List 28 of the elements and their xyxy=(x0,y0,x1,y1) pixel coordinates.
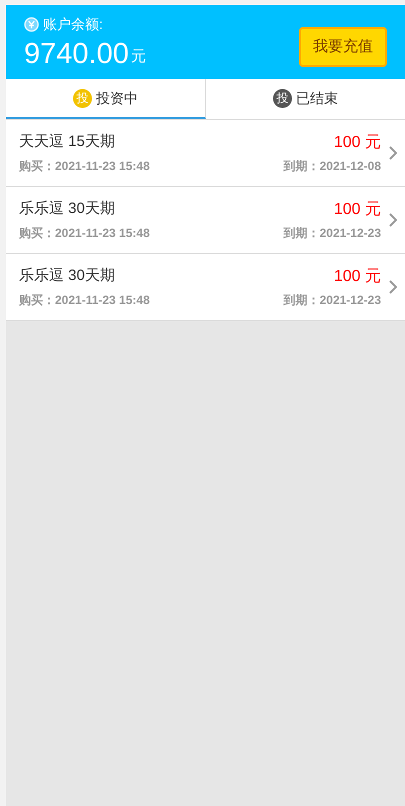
purchase-time: 购买：2021-11-23 15:48 xyxy=(19,292,150,309)
tab-badge: 投 xyxy=(273,88,292,108)
amount: 100 元 xyxy=(334,200,381,220)
tab-label: 投资中 xyxy=(96,88,138,108)
chevron-right-icon xyxy=(389,280,397,294)
investment-row[interactable]: 乐乐逗 30天期 100 元 购买：2021-11-23 15:48 到期：2021-12-23 xyxy=(6,187,405,254)
chevron-right-icon xyxy=(389,146,397,160)
purchase-time: 购买：2021-11-23 15:48 xyxy=(19,225,150,242)
due-date: 到期：2021-12-23 xyxy=(284,292,381,309)
yen-coin-icon xyxy=(24,16,39,32)
investment-row[interactable]: 天天逗 15天期 100 元 购买：2021-11-23 15:48 到期：2021-12-08 xyxy=(6,120,405,187)
balance-amount: 9740.00 xyxy=(24,36,129,70)
amount: 100 元 xyxy=(334,133,381,153)
investment-row[interactable]: 乐乐逗 30天期 100 元 购买：2021-11-23 15:48 到期：2021-12-23 xyxy=(6,254,405,321)
due-date: 到期：2021-12-08 xyxy=(284,158,381,175)
product-name: 天天逗 15天期 xyxy=(19,132,115,152)
amount: 100 元 xyxy=(334,267,381,287)
tab-label: 已结束 xyxy=(296,88,338,108)
due-date: 到期：2021-12-23 xyxy=(284,225,381,242)
recharge-button[interactable]: 我要充值 xyxy=(299,27,387,67)
balance-label: 账户余额: xyxy=(43,14,103,34)
product-name: 乐乐逗 30天期 xyxy=(19,199,115,219)
tab[interactable]: 投 已结束 xyxy=(206,79,405,119)
product-name: 乐乐逗 30天期 xyxy=(19,266,115,286)
chevron-right-icon xyxy=(389,213,397,227)
currency-unit: 元 xyxy=(130,47,146,67)
tab-badge: 投 xyxy=(73,88,92,108)
purchase-time: 购买：2021-11-23 15:48 xyxy=(19,158,150,175)
